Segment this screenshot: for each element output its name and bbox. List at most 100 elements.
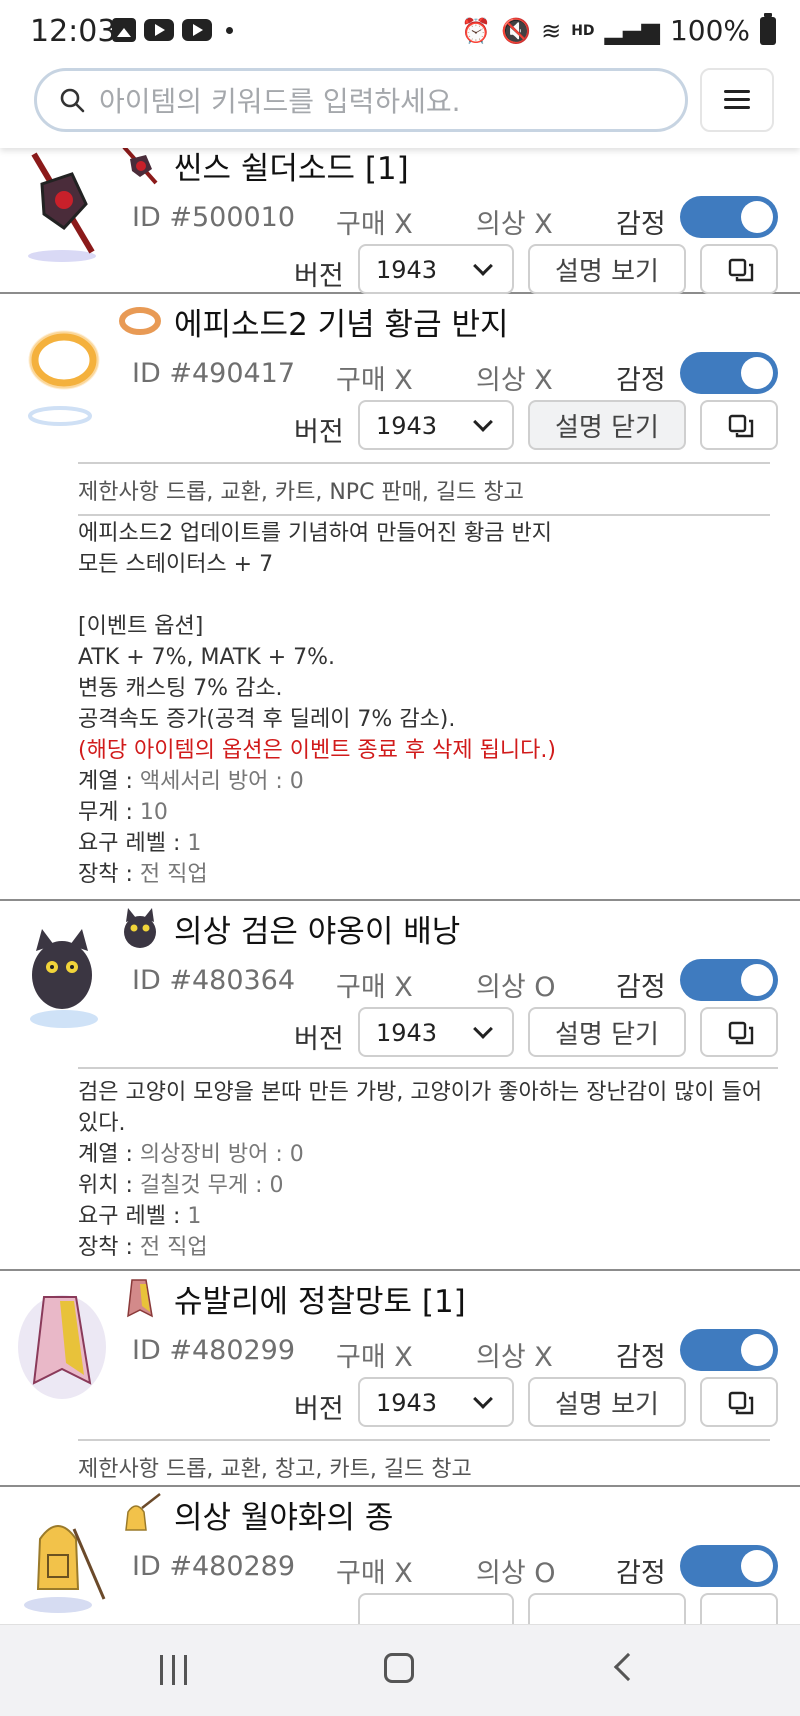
buy-status: 구매 X xyxy=(336,365,413,396)
copy-button[interactable] xyxy=(700,1593,778,1624)
navigation-bar xyxy=(0,1624,800,1716)
description-toggle-button[interactable]: 설명 닫기 xyxy=(528,1007,686,1057)
copy-button[interactable] xyxy=(700,400,778,450)
copy-button[interactable] xyxy=(700,1377,778,1427)
scout-cloak-image xyxy=(18,1295,106,1399)
stat-equip: 장착 : 전 직업 xyxy=(78,859,778,890)
search-icon xyxy=(60,88,85,113)
search-input[interactable] xyxy=(99,79,669,123)
version-value: 1943 xyxy=(376,412,438,440)
item-name: 의상 월야화의 종 xyxy=(174,1499,394,1536)
version-label: 버전 xyxy=(294,261,344,292)
hd-voice-icon: HD xyxy=(571,22,595,39)
stat-value: 전 직업 xyxy=(139,1235,208,1260)
description-toggle-button[interactable]: 설명 보기 xyxy=(528,244,686,294)
version-select[interactable]: 1943 xyxy=(358,400,514,450)
back-button[interactable] xyxy=(613,1652,643,1682)
item-description: 검은 고양이 모양을 본따 만든 가방, 고양이가 좋아하는 장난감이 많이 들… xyxy=(78,1067,778,1263)
copy-icon xyxy=(728,1021,754,1045)
item-id: ID #500010 xyxy=(132,202,296,233)
version-label: 버전 xyxy=(294,1024,344,1055)
version-select[interactable]: 1943 xyxy=(358,1007,514,1057)
golden-ring-icon xyxy=(119,307,161,335)
version-value: 1943 xyxy=(376,1389,438,1417)
description-line: 변동 캐스팅 7% 감소. xyxy=(78,676,283,701)
stat-level: 요구 레벨 : 1 xyxy=(78,1201,778,1232)
description-line: 검은 고양이 모양을 본따 만든 가방, 고양이가 좋아하는 장난감이 많이 들… xyxy=(78,1080,763,1136)
item-meta: ID #480299 구매 X 의상 X 감정 xyxy=(132,1325,782,1377)
stat-key: 장착 : xyxy=(78,1235,140,1260)
more-notifications-icon xyxy=(226,26,233,34)
appraise-label: 감정 xyxy=(616,1342,666,1373)
mute-icon: 🔇 xyxy=(501,16,532,45)
item-list: 씬스 쉴더소드 [1] ID #500010 구매 X 의상 X 감정 버전 1… xyxy=(0,148,800,1624)
search-box[interactable] xyxy=(34,68,688,132)
stat-key: 요구 레벨 : xyxy=(78,1204,188,1229)
item-header: 의상 검은 야옹이 배낭 xyxy=(118,901,460,955)
menu-button[interactable] xyxy=(700,68,774,132)
version-value: 1943 xyxy=(376,256,438,284)
appraise-toggle[interactable] xyxy=(680,352,778,394)
item-header: 슈발리에 정찰망토 [1] xyxy=(118,1271,466,1325)
buy-status: 구매 X xyxy=(336,1342,413,1373)
copy-button[interactable] xyxy=(700,1007,778,1057)
item-name: 슈발리에 정찰망토 [1] xyxy=(174,1283,466,1320)
appraise-toggle[interactable] xyxy=(680,959,778,1001)
appraise-label: 감정 xyxy=(616,972,666,1003)
description-toggle-button[interactable]: 설명 보기 xyxy=(528,1377,686,1427)
recent-apps-button[interactable] xyxy=(160,1655,190,1685)
home-button[interactable] xyxy=(384,1653,414,1683)
black-cat-backpack-image xyxy=(30,929,98,1028)
appraise-toggle[interactable] xyxy=(680,1545,778,1587)
chevron-down-icon xyxy=(473,412,493,432)
item-id: ID #480299 xyxy=(132,1335,296,1366)
appraise-toggle[interactable] xyxy=(680,1329,778,1371)
appraise-label: 감정 xyxy=(616,365,666,396)
buy-status: 구매 X xyxy=(336,1558,413,1589)
wifi-icon: ≋ xyxy=(541,16,562,45)
item-id: ID #490417 xyxy=(132,358,296,389)
description-line: 에피소드2 업데이트를 기념하여 만들어진 황금 반지 xyxy=(78,521,553,546)
description-line: ATK + 7%, MATK + 7%. xyxy=(78,645,336,670)
gallery-notification-icon xyxy=(112,18,136,42)
system-icons: ⏰ 🔇 ≋ HD ▂▄▆ 100% xyxy=(461,12,776,47)
restriction-text: 제한사항 드롭, 교환, 창고, 카트, 길드 창고 xyxy=(78,1457,472,1482)
item-name: 씬스 쉴더소드 [1] xyxy=(174,150,409,187)
stat-key: 계열 : xyxy=(78,769,140,794)
buy-status: 구매 X xyxy=(336,972,413,1003)
item-name: 에피소드2 기념 황금 반지 xyxy=(174,306,509,343)
description-line: 모든 스테이터스 + 7 xyxy=(78,552,274,577)
description-toggle-button[interactable] xyxy=(528,1593,686,1624)
description-toggle-button[interactable]: 설명 닫기 xyxy=(528,400,686,450)
event-warning: (해당 아이템의 옵션은 이벤트 종료 후 삭제 됩니다.) xyxy=(78,738,556,763)
chevron-down-icon xyxy=(473,256,493,276)
item-actions: 버전 1943 설명 보기 xyxy=(290,244,790,296)
copy-icon xyxy=(728,414,754,438)
stat-type: 계열 : 액세서리 방어 : 0 xyxy=(78,766,778,797)
appraise-toggle[interactable] xyxy=(680,196,778,238)
item-meta: ID #480364 구매 X 의상 O 감정 xyxy=(132,955,782,1007)
costume-status: 의상 X xyxy=(476,209,553,240)
item-header: 씬스 쉴더소드 [1] xyxy=(118,148,409,192)
copy-button[interactable] xyxy=(700,244,778,294)
item-name: 의상 검은 야옹이 배낭 xyxy=(174,913,461,950)
version-select[interactable] xyxy=(358,1593,514,1624)
item-actions: 버전 1943 설명 닫기 xyxy=(290,1007,790,1059)
shield-sword-icon xyxy=(122,148,158,185)
costume-status: 의상 X xyxy=(476,1342,553,1373)
stat-key: 장착 : xyxy=(78,862,140,887)
golden-ring-image xyxy=(28,330,100,426)
stat-value: 1 xyxy=(187,831,202,856)
stat-type: 계열 : 의상장비 방어 : 0 xyxy=(78,1139,778,1170)
version-label: 버전 xyxy=(294,1394,344,1425)
hamburger-icon xyxy=(724,90,750,110)
stat-position: 위치 : 걸칠것 무게 : 0 xyxy=(78,1170,778,1201)
moon-bell-image xyxy=(24,1525,106,1613)
item-id: ID #480289 xyxy=(132,1551,296,1582)
stat-value: 액세서리 방어 : 0 xyxy=(139,769,304,794)
version-select[interactable]: 1943 xyxy=(358,1377,514,1427)
stat-value: 1 xyxy=(187,1204,202,1229)
signal-icon: ▂▄▆ xyxy=(604,16,660,45)
item-description: 에피소드2 업데이트를 기념하여 만들어진 황금 반지 모든 스테이터스 + 7… xyxy=(78,518,778,890)
version-select[interactable]: 1943 xyxy=(358,244,514,294)
